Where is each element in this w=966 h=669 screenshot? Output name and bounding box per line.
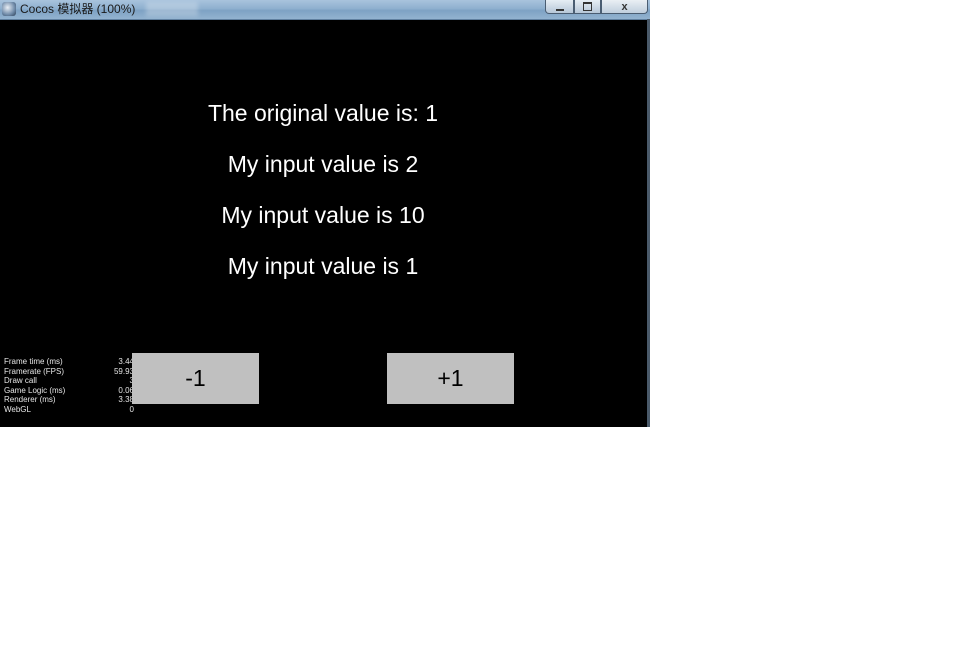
maximize-button[interactable] <box>574 0 601 14</box>
stat-name: Renderer (ms) <box>4 395 56 404</box>
stat-row: Game Logic (ms) 0.06 <box>4 386 134 396</box>
input-value-label: My input value is 1 <box>227 253 419 279</box>
stat-name: Frame time (ms) <box>4 357 63 366</box>
minimize-button[interactable] <box>545 0 574 14</box>
maximize-icon <box>583 2 592 11</box>
close-button[interactable]: x <box>601 0 648 14</box>
stat-row: Frame time (ms) 3.44 <box>4 357 134 367</box>
minimize-icon <box>555 8 564 11</box>
stat-row: Draw call 3 <box>4 376 134 386</box>
simulator-window: Cocos 模拟器 (100%) x The original value is… <box>0 0 650 427</box>
input-value-label: My input value is 10 <box>221 202 425 228</box>
stat-value: 59.93 <box>113 366 134 376</box>
title-bar[interactable]: Cocos 模拟器 (100%) x <box>0 0 650 20</box>
cocos-app-icon <box>2 2 16 16</box>
original-value-label: The original value is: 1 <box>207 100 439 126</box>
blurred-tab-label <box>146 2 198 16</box>
stat-row: WebGL 0 <box>4 405 134 415</box>
input-value-label: My input value is 2 <box>227 151 419 177</box>
stat-row: Renderer (ms) 3.38 <box>4 395 134 405</box>
stat-name: Game Logic (ms) <box>4 385 66 395</box>
debug-stats-panel: Frame time (ms) 3.44 Framerate (FPS) 59.… <box>4 357 134 414</box>
increment-button[interactable]: +1 <box>387 353 514 404</box>
window-border <box>647 19 650 427</box>
stat-row: Framerate (FPS) 59.93 <box>4 367 134 377</box>
stat-name: Framerate (FPS) <box>4 366 65 376</box>
window-title: Cocos 模拟器 (100%) <box>20 2 136 16</box>
decrement-button[interactable]: -1 <box>132 353 259 404</box>
close-icon: x <box>621 0 628 13</box>
stat-name: WebGL <box>4 404 31 414</box>
stat-name: Draw call <box>4 376 37 385</box>
stat-value: 0 <box>129 404 134 414</box>
